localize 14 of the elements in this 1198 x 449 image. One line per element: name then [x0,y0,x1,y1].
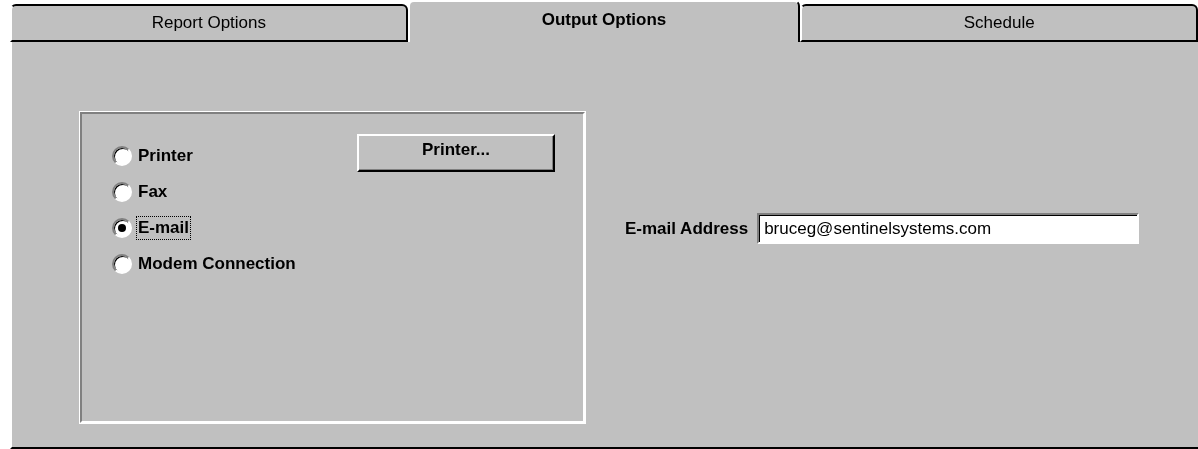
radio-label[interactable]: Printer [136,144,195,168]
radio-button[interactable] [112,254,132,274]
radio-button[interactable] [112,146,132,166]
radio-label[interactable]: E-mail [136,216,192,240]
radio-label[interactable]: Modem Connection [136,252,298,276]
tab[interactable]: Schedule [800,4,1198,42]
radio-button[interactable] [112,218,132,238]
field-label: E-mail Address [625,218,749,239]
radio-button[interactable] [112,182,132,202]
tab[interactable]: Output Options [407,0,801,42]
radio-label[interactable]: Fax [136,180,170,204]
email-input-field[interactable]: bruceg@sentinelsystems.com [757,213,1140,244]
printer-button[interactable]: Printer... [357,134,555,172]
tab[interactable]: Report Options [10,4,408,42]
